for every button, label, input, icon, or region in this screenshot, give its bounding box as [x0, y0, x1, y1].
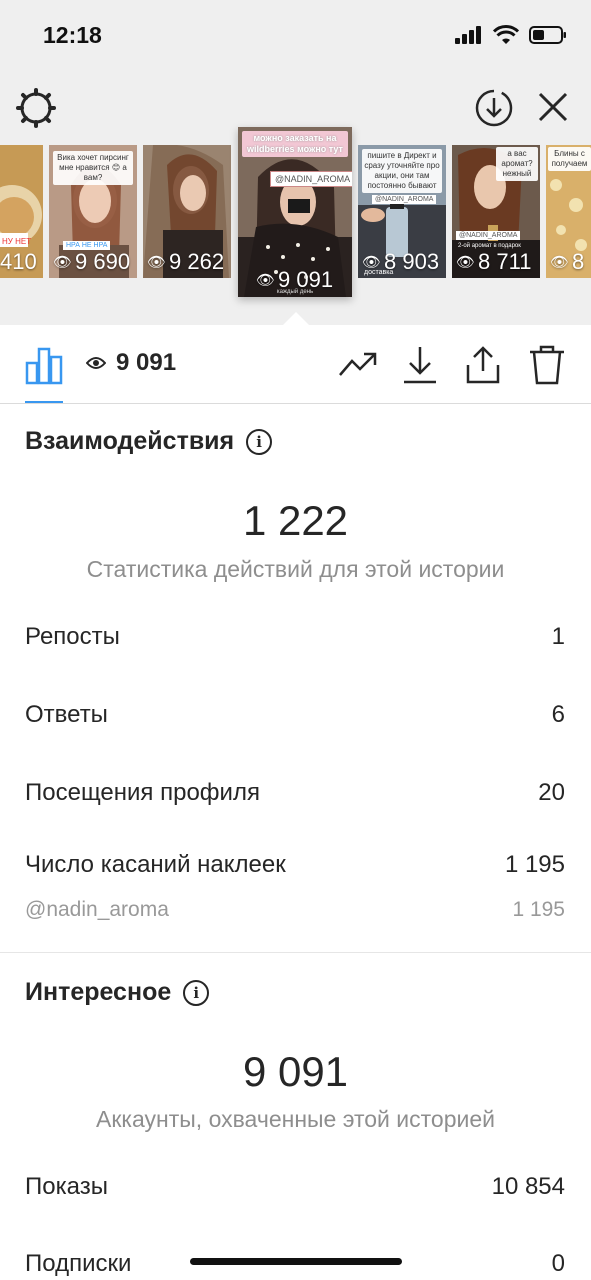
story-mention-sticker[interactable]: @NADIN_AROMA [270, 171, 352, 187]
stat-value: 1 195 [504, 851, 565, 878]
share-icon[interactable] [465, 345, 501, 390]
stat-label: Подписки [25, 1250, 132, 1277]
close-icon[interactable] [536, 90, 570, 129]
interactions-title: Взаимодействия i [25, 427, 273, 456]
story-caption: а вас аромат? нежный [496, 147, 538, 181]
story-thumbnail[interactable]: Вика хочет пирсинг мне нравится 😊 а вам?… [49, 145, 137, 278]
story-view-count: 👁 9 690 [53, 249, 131, 274]
stat-value: 20 [538, 779, 565, 806]
stat-value: 10 854 [491, 1173, 565, 1200]
discovery-subtitle: Аккаунты, охваченные этой историей [96, 1106, 495, 1132]
info-icon[interactable]: i [246, 428, 273, 455]
view-count-value: 9 091 [116, 349, 177, 376]
story-thumbnail[interactable]: Блины с получаем 👁 8 [546, 145, 591, 278]
stat-row: Ответы 6 [25, 701, 565, 729]
stat-label: Показы [25, 1173, 108, 1200]
home-indicator[interactable] [190, 1258, 402, 1265]
story-caption: можно заказать на wildberries можно тут [242, 131, 348, 157]
story-view-count: 👁 8 [550, 249, 585, 274]
interactions-total: 1 222 [242, 497, 349, 544]
stat-value: 1 [551, 623, 565, 650]
interactions-title-text: Взаимодействия [25, 427, 235, 455]
battery-icon [529, 25, 567, 50]
story-thumbnail[interactable]: пишите в Директ и сразу уточняйте про ак… [358, 145, 446, 278]
discovery-title-text: Интересное [25, 978, 172, 1006]
story-thumbnail-selected[interactable]: можно заказать на wildberries можно тут … [238, 127, 352, 297]
info-icon[interactable]: i [183, 979, 210, 1006]
story-view-count: 410 [0, 249, 37, 274]
status-icons [455, 24, 567, 50]
story-mention-sticker[interactable]: @NADIN_AROMA [456, 231, 521, 240]
stat-row: Посещения профиля 20 [25, 779, 565, 807]
cellular-signal-icon [455, 25, 483, 49]
bar-chart-icon[interactable] [25, 345, 63, 390]
stat-label: Посещения профиля [25, 779, 260, 806]
story-caption: Блины с получаем [548, 147, 591, 171]
download-circle-icon[interactable] [474, 88, 514, 133]
story-footer-text: каждый день [276, 289, 314, 295]
story-sticker-text: НУ НЕТ [2, 237, 32, 246]
story-caption: Вика хочет пирсинг мне нравится 😊 а вам? [53, 151, 133, 185]
wifi-icon [492, 24, 520, 50]
stat-label: Число касаний наклеек [25, 851, 286, 878]
delete-trash-icon[interactable] [529, 345, 565, 390]
view-count: 9 091 [85, 349, 177, 377]
insights-toolbar: 9 091 [0, 325, 591, 404]
story-caption: пишите в Директ и сразу уточняйте про ак… [362, 149, 442, 193]
stat-row: Показы 10 854 [25, 1173, 565, 1201]
story-mention-sticker[interactable]: @NADIN_AROMA [372, 195, 437, 204]
stat-row: Репосты 1 [25, 623, 565, 651]
story-view-count: 👁 9 262 [147, 249, 225, 274]
save-download-icon[interactable] [402, 345, 438, 390]
status-time: 12:18 [43, 22, 102, 48]
stat-label: Ответы [25, 701, 108, 728]
sticker-label: @nadin_aroma [25, 898, 169, 921]
sticker-row: @nadin_aroma 1 195 [25, 898, 565, 922]
stat-row: Число касаний наклеек 1 195 [25, 851, 565, 879]
active-tab-indicator [25, 401, 63, 403]
discovery-total: 9 091 [242, 1048, 349, 1095]
story-thumbnail[interactable]: 👁 9 262 [143, 145, 231, 278]
stat-value: 6 [551, 701, 565, 728]
story-view-count: 👁 8 711 [456, 249, 532, 274]
story-thumbnail[interactable]: а вас аромат? нежный @NADIN_AROMA 2-ой а… [452, 145, 540, 278]
story-thumbnail[interactable]: НУ НЕТ 410 [0, 145, 43, 278]
interactions-subtitle: Статистика действий для этой истории [86, 556, 505, 582]
selected-pointer [282, 312, 310, 326]
settings-gear-icon[interactable] [16, 88, 56, 133]
section-divider [0, 952, 591, 953]
discovery-title: Интересное i [25, 978, 210, 1007]
stat-label: Репосты [25, 623, 120, 650]
story-view-count: 👁 8 903 [362, 249, 440, 274]
stat-value: 0 [551, 1250, 565, 1277]
sticker-value: 1 195 [512, 898, 565, 921]
trending-icon[interactable] [338, 349, 378, 386]
eye-icon [85, 349, 107, 377]
